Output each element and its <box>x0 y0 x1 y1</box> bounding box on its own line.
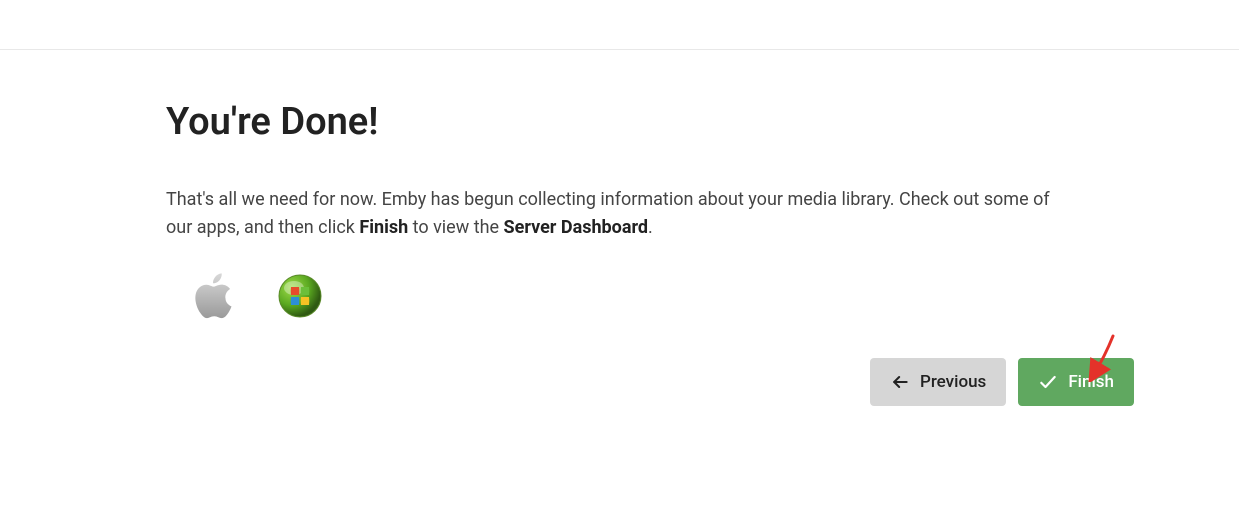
app-icons-row <box>166 274 1073 318</box>
check-icon <box>1038 372 1058 392</box>
previous-button-label: Previous <box>920 372 986 392</box>
windows-media-center-icon <box>278 274 322 318</box>
header-bar <box>0 0 1239 50</box>
page-title: You're Done! <box>166 100 1073 144</box>
finish-button-label: Finish <box>1068 372 1114 392</box>
desc-bold-dashboard: Server Dashboard <box>504 217 648 238</box>
apple-icon <box>192 273 232 319</box>
previous-button[interactable]: Previous <box>870 358 1006 406</box>
desc-bold-finish: Finish <box>359 217 408 238</box>
apple-app-link[interactable] <box>190 274 234 318</box>
desc-text-2: to view the <box>408 217 503 238</box>
wizard-button-row: Previous Finish <box>166 358 1134 406</box>
windows-media-center-link[interactable] <box>278 274 322 318</box>
finish-button[interactable]: Finish <box>1018 358 1134 406</box>
desc-text-3: . <box>648 217 653 238</box>
page-description: That's all we need for now. Emby has beg… <box>166 186 1073 242</box>
wizard-content: You're Done! That's all we need for now.… <box>0 50 1239 406</box>
arrow-left-icon <box>890 372 910 392</box>
